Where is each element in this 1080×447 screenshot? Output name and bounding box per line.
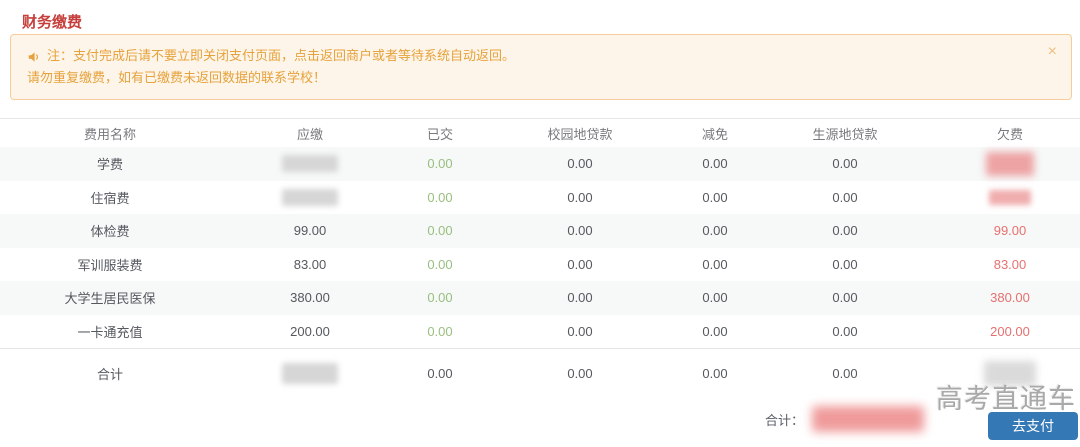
campus-loan-value: 0.00 [567, 189, 593, 205]
fee-name: 体检费 [90, 224, 130, 240]
paid-value: 0.00 [427, 323, 453, 339]
fee-name: 一卡通充值 [77, 324, 143, 340]
page-title: 财务缴费 [22, 14, 83, 31]
payable-value: 99.00 [293, 223, 327, 239]
pay-button[interactable]: 去支付 [988, 412, 1078, 440]
paid-value: 0.00 [427, 189, 453, 205]
owed-value: 99.00 [993, 223, 1027, 239]
campus-loan-value: 0.00 [567, 256, 593, 272]
redacted-payable [282, 188, 338, 206]
owed-value: 83.00 [993, 256, 1027, 272]
fee-name: 大学生居民医保 [64, 291, 156, 307]
owed-value [940, 189, 1080, 206]
total-label: 合计 [96, 366, 123, 382]
notice-banner: 注：支付完成后请不要立即关闭支付页面，点击返回商户或者等待系统自动返回。 请勿重… [10, 34, 1072, 100]
origin-loan-value: 0.00 [832, 323, 858, 339]
redacted-payable [282, 362, 338, 384]
deduction-value: 0.00 [702, 223, 728, 239]
owed-value [940, 151, 1080, 176]
campus-loan-value: 0.00 [567, 323, 593, 339]
deduction-value: 0.00 [702, 290, 728, 306]
table-row: 体检费 99.00 0.00 0.00 0.00 0.00 99.00 [0, 214, 1080, 248]
payable-value [220, 155, 400, 173]
col-header-payable: 应缴 [296, 126, 323, 142]
origin-loan-value: 0.00 [832, 365, 858, 381]
paid-value: 0.00 [427, 156, 453, 172]
payable-value: 380.00 [290, 290, 330, 306]
payable-value [220, 362, 400, 384]
col-header-fee-name: 费用名称 [83, 126, 136, 142]
origin-loan-value: 0.00 [832, 290, 858, 306]
campus-loan-value: 0.00 [567, 156, 593, 172]
table-row: 军训服装费 83.00 0.00 0.00 0.00 0.00 83.00 [0, 248, 1080, 282]
close-icon[interactable]: × [1048, 44, 1057, 60]
origin-loan-value: 0.00 [832, 256, 858, 272]
deduction-value: 0.00 [702, 323, 728, 339]
deduction-value: 0.00 [702, 156, 728, 172]
col-header-origin-loan: 生源地贷款 [812, 126, 878, 142]
table-total-row: 合计 0.00 0.00 0.00 0.00 [0, 348, 1080, 397]
col-header-deduction: 减免 [701, 126, 728, 142]
origin-loan-value: 0.00 [832, 156, 858, 172]
paid-value: 0.00 [427, 256, 453, 272]
origin-loan-value: 0.00 [832, 223, 858, 239]
table-row: 住宿费 0.00 0.00 0.00 0.00 [0, 181, 1080, 215]
col-header-campus-loan: 校园地贷款 [547, 126, 613, 142]
owed-value [940, 360, 1080, 386]
notice-text-2: 请勿重复缴费，如有已缴费未返回数据的联系学校！ [27, 70, 327, 85]
payable-value: 200.00 [290, 323, 330, 339]
speaker-icon [28, 51, 39, 62]
payable-value [220, 188, 400, 206]
fee-name: 住宿费 [90, 190, 130, 206]
origin-loan-value: 0.00 [832, 189, 858, 205]
footer-total: 合计： [765, 406, 925, 432]
fee-name: 军训服装费 [77, 257, 143, 273]
paid-value: 0.00 [427, 365, 453, 381]
payable-value: 83.00 [293, 256, 327, 272]
fee-table: 费用名称 应缴 已交 校园地贷款 减免 生源地贷款 欠费 学费 0.00 0.0… [0, 118, 1080, 397]
notice-line-2: 请勿重复缴费，如有已缴费未返回数据的联系学校！ [27, 67, 1037, 89]
campus-loan-value: 0.00 [567, 223, 593, 239]
paid-value: 0.00 [427, 223, 453, 239]
owed-value: 200.00 [990, 323, 1030, 339]
campus-loan-value: 0.00 [567, 365, 593, 381]
fee-name: 学费 [96, 157, 123, 173]
redacted-grand-total [812, 406, 925, 432]
redacted-owed [986, 151, 1034, 176]
redacted-owed [984, 360, 1036, 386]
finance-payment-page: 财务缴费 注：支付完成后请不要立即关闭支付页面，点击返回商户或者等待系统自动返回… [0, 0, 1080, 447]
notice-line-1: 注：支付完成后请不要立即关闭支付页面，点击返回商户或者等待系统自动返回。 [27, 45, 1037, 67]
paid-value: 0.00 [427, 290, 453, 306]
col-header-paid: 已交 [426, 126, 453, 142]
campus-loan-value: 0.00 [567, 290, 593, 306]
table-header-row: 费用名称 应缴 已交 校园地贷款 减免 生源地贷款 欠费 [0, 119, 1080, 147]
deduction-value: 0.00 [702, 189, 728, 205]
redacted-owed [989, 190, 1031, 206]
notice-text-1: 注：支付完成后请不要立即关闭支付页面，点击返回商户或者等待系统自动返回。 [47, 48, 516, 63]
owed-value: 380.00 [990, 290, 1030, 306]
col-header-owed: 欠费 [996, 126, 1023, 142]
footer-total-label: 合计： [765, 412, 805, 428]
redacted-payable [282, 155, 338, 173]
deduction-value: 0.00 [702, 256, 728, 272]
table-row: 大学生居民医保 380.00 0.00 0.00 0.00 0.00 380.0… [0, 281, 1080, 315]
table-row: 一卡通充值 200.00 0.00 0.00 0.00 0.00 200.00 [0, 315, 1080, 349]
deduction-value: 0.00 [702, 365, 728, 381]
table-row: 学费 0.00 0.00 0.00 0.00 [0, 147, 1080, 181]
